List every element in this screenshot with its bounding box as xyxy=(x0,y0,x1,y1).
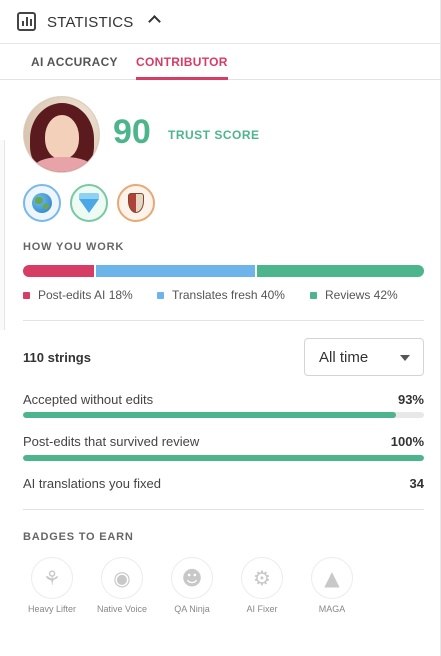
legend-dot-post-edits xyxy=(23,291,30,299)
legend-label-post-edits: Post-edits AI 18% xyxy=(38,288,133,302)
badge-qa-ninja[interactable]: ☻ xyxy=(171,557,213,599)
caret-down-icon xyxy=(400,355,410,361)
metric-label-survived: Post-edits that survived review xyxy=(23,434,200,449)
legend-translates-fresh: Translates fresh 40% xyxy=(157,288,285,302)
badge-heavy-lifter[interactable]: ⚘ xyxy=(31,557,73,599)
chevron-up-icon[interactable] xyxy=(148,15,161,28)
left-edge-divider xyxy=(0,140,5,330)
trust-score-value: 90 xyxy=(113,113,151,151)
work-bar-segment xyxy=(23,265,95,277)
diamond-badge-icon xyxy=(79,193,99,213)
period-select[interactable]: All time xyxy=(304,338,424,376)
metric-bar-fill-accepted xyxy=(23,412,396,418)
metric-value-survived: 100% xyxy=(390,434,424,449)
badge-label-ai-fixer: AI Fixer xyxy=(246,604,278,614)
strings-count: 110 strings xyxy=(23,350,91,365)
trust-score-label: TRUST SCORE xyxy=(168,128,260,142)
badge-native-voice[interactable]: ◉ xyxy=(101,557,143,599)
robot-icon: ⚙ xyxy=(253,566,271,590)
legend-post-edits: Post-edits AI 18% xyxy=(23,288,133,302)
divider xyxy=(23,509,424,510)
bar-chart-icon xyxy=(17,12,36,31)
weightlifter-icon: ⚘ xyxy=(43,566,61,590)
metric-value-fixed: 34 xyxy=(409,476,424,491)
avatar xyxy=(23,96,100,173)
badge-label-qa-ninja: QA Ninja xyxy=(174,604,210,614)
statistics-header[interactable]: STATISTICS xyxy=(0,0,441,44)
cap-icon: ▲ xyxy=(324,566,340,590)
work-bar-segment xyxy=(94,265,256,277)
earned-badge-shield[interactable] xyxy=(117,184,155,222)
tabs: AI ACCURACY CONTRIBUTOR xyxy=(0,44,441,80)
badge-ai-fixer[interactable]: ⚙ xyxy=(241,557,283,599)
metric-bar-accepted xyxy=(23,412,424,418)
work-distribution-bar xyxy=(23,265,424,277)
shield-badge-icon xyxy=(128,193,144,213)
metric-bar-fill-survived xyxy=(23,455,424,461)
speaking-head-icon: ◉ xyxy=(113,566,131,590)
header-title: STATISTICS xyxy=(47,14,134,31)
how-you-work-title: HOW YOU WORK xyxy=(23,241,125,253)
statistics-panel: STATISTICS AI ACCURACY CONTRIBUTOR 90 TR… xyxy=(0,0,441,656)
tab-contributor[interactable]: CONTRIBUTOR xyxy=(136,55,228,69)
legend-reviews: Reviews 42% xyxy=(310,288,398,302)
earned-badge-globe[interactable] xyxy=(23,184,61,222)
legend-dot-translates-fresh xyxy=(157,291,164,299)
legend-dot-reviews xyxy=(310,291,317,299)
divider xyxy=(23,320,424,321)
badge-label-heavy-lifter: Heavy Lifter xyxy=(27,604,77,614)
metric-label-fixed: AI translations you fixed xyxy=(23,476,162,491)
badge-maga[interactable]: ▲ xyxy=(311,557,353,599)
earned-badge-diamond[interactable] xyxy=(70,184,108,222)
legend-label-translates-fresh: Translates fresh 40% xyxy=(172,288,285,302)
metric-label-accepted: Accepted without edits xyxy=(23,392,154,407)
metric-bar-survived xyxy=(23,455,424,461)
work-bar-segment xyxy=(255,265,424,277)
legend-label-reviews: Reviews 42% xyxy=(325,288,398,302)
badge-label-maga: MAGA xyxy=(318,604,346,614)
badges-to-earn-title: BADGES TO EARN xyxy=(23,531,134,543)
active-tab-indicator xyxy=(136,77,228,80)
ninja-icon: ☻ xyxy=(181,566,203,590)
globe-badge-icon xyxy=(32,193,52,213)
period-select-value: All time xyxy=(319,349,369,366)
tab-ai-accuracy[interactable]: AI ACCURACY xyxy=(31,55,118,69)
metric-value-accepted: 93% xyxy=(397,392,424,407)
badge-label-native-voice: Native Voice xyxy=(96,604,148,614)
